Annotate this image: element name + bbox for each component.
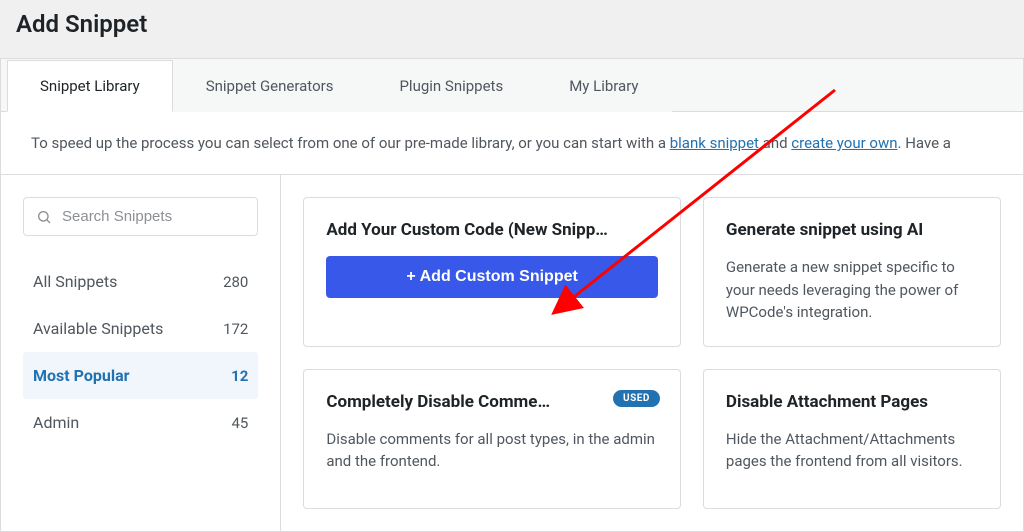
tab-snippet-library[interactable]: Snippet Library <box>7 60 173 112</box>
create-your-own-link[interactable]: create your own <box>791 134 897 152</box>
intro-text: To speed up the process you can select f… <box>1 112 1023 175</box>
sidebar-item-admin[interactable]: Admin 45 <box>23 399 258 446</box>
tab-snippet-generators[interactable]: Snippet Generators <box>173 60 367 112</box>
card-disable-attachment: Disable Attachment Pages Hide the Attach… <box>703 369 1001 509</box>
cards-grid: Add Your Custom Code (New Snipp… + Add C… <box>281 175 1023 531</box>
blank-snippet-link[interactable]: blank snippet <box>670 134 759 152</box>
sidebar-item-all-snippets[interactable]: All Snippets 280 <box>23 258 258 305</box>
card-disable-comments: USED Completely Disable Comme… Disable c… <box>303 369 681 509</box>
search-icon <box>36 209 52 225</box>
content-area: All Snippets 280 Available Snippets 172 … <box>1 175 1023 531</box>
sidebar-item-label: All Snippets <box>33 272 117 291</box>
sidebar-item-label: Available Snippets <box>33 319 163 338</box>
page-title: Add Snippet <box>0 0 1024 58</box>
card-add-custom-code: Add Your Custom Code (New Snipp… + Add C… <box>303 197 681 347</box>
sidebar: All Snippets 280 Available Snippets 172 … <box>1 175 281 531</box>
card-description: Generate a new snippet specific to your … <box>726 256 978 324</box>
tab-plugin-snippets[interactable]: Plugin Snippets <box>366 60 536 112</box>
card-title: Add Your Custom Code (New Snipp… <box>326 220 658 240</box>
intro-mid: and <box>759 134 791 152</box>
card-title: Disable Attachment Pages <box>726 392 978 412</box>
sidebar-item-label: Most Popular <box>33 366 130 385</box>
sidebar-item-label: Admin <box>33 413 79 432</box>
category-list: All Snippets 280 Available Snippets 172 … <box>23 258 258 446</box>
tab-my-library[interactable]: My Library <box>536 60 671 112</box>
sidebar-item-most-popular[interactable]: Most Popular 12 <box>23 352 258 399</box>
add-custom-snippet-button[interactable]: + Add Custom Snippet <box>326 256 658 298</box>
intro-post: . Have a <box>898 134 951 152</box>
main-panel: Snippet Library Snippet Generators Plugi… <box>0 58 1024 532</box>
card-generate-ai: Generate snippet using AI Generate a new… <box>703 197 1001 347</box>
sidebar-item-count: 45 <box>231 414 248 432</box>
search-input[interactable] <box>62 208 245 225</box>
sidebar-item-count: 172 <box>223 320 248 338</box>
card-title: Completely Disable Comme… <box>326 392 658 412</box>
sidebar-item-count: 12 <box>231 367 248 385</box>
sidebar-item-count: 280 <box>223 273 248 291</box>
search-wrap[interactable] <box>23 197 258 236</box>
tab-bar: Snippet Library Snippet Generators Plugi… <box>1 59 1023 112</box>
used-badge: USED <box>613 390 660 407</box>
sidebar-item-available-snippets[interactable]: Available Snippets 172 <box>23 305 258 352</box>
card-description: Hide the Attachment/Attachments pages th… <box>726 428 978 473</box>
card-title: Generate snippet using AI <box>726 220 978 240</box>
card-description: Disable comments for all post types, in … <box>326 428 658 473</box>
intro-pre: To speed up the process you can select f… <box>31 134 670 152</box>
